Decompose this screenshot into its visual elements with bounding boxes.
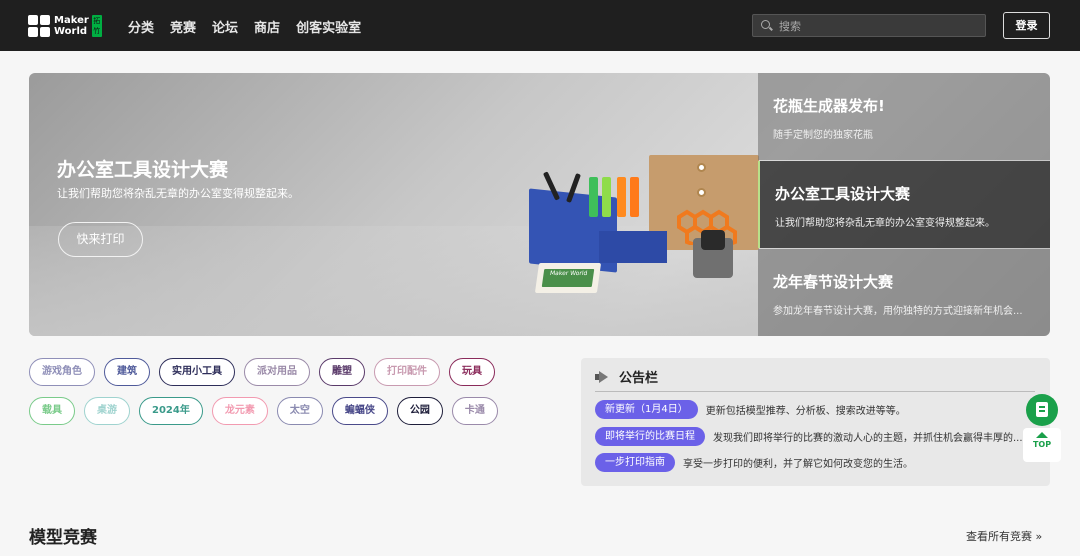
login-button[interactable]: 登录 [1003,12,1050,39]
maker-world-sign-image: Maker World [534,263,602,293]
side-item-title: 龙年春节设计大赛 [773,273,894,291]
category-row: 载具 桌游 2024年 龙元素 太空 蝙蝠侠 公园 卡通 [29,397,559,425]
category-pill[interactable]: 公园 [396,397,443,425]
logo-line1: Maker [54,15,89,26]
announcement-board: 公告栏 新更新（1月4日） 更新包括模型推荐、分析板、搜索改进等等。 即将举行的… [581,358,1050,486]
hero-title: 办公室工具设计大赛 [57,159,229,181]
logo-badge: 拓竹 [91,15,102,37]
print-now-button[interactable]: 快来打印 [58,222,143,257]
nav-item-store[interactable]: 商店 [254,17,280,36]
back-to-top-button[interactable]: TOP [1023,428,1061,462]
marker-icon [602,177,611,217]
section-title: 模型竞赛 [29,528,97,548]
side-item-subtitle: 随手定制您的独家花瓶 [773,130,873,141]
feedback-button[interactable] [1026,394,1058,426]
hero-side-item-vase-generator[interactable]: 花瓶生成器发布! 随手定制您的独家花瓶 [758,73,1050,160]
megaphone-icon [595,370,611,383]
category-pill[interactable]: 玩具 [449,358,495,386]
announcement-tag[interactable]: 一步打印指南 [595,453,675,472]
document-icon [1036,402,1048,417]
marker-icon [589,177,598,217]
side-item-subtitle: 让我们帮助您将杂乱无章的办公室变得规整起来。 [775,218,995,229]
category-pill[interactable]: 打印配件 [374,358,440,386]
category-pill[interactable]: 桌游 [84,397,130,425]
nav-item-forum[interactable]: 论坛 [212,17,238,36]
announcement-text: 享受一步打印的便利，并了解它如何改变您的生活。 [683,459,913,470]
see-all-contests-link[interactable]: 查看所有竞赛 » [966,528,1042,544]
search-input[interactable] [779,18,979,34]
hero-subtitle: 让我们帮助您将杂乱无章的办公室变得规整起来。 [57,187,299,200]
marker-icon [630,177,639,217]
announcement-tag[interactable]: 新更新（1月4日） [595,400,698,419]
logo-text: Maker World [54,15,89,37]
logo-line2: World [54,26,88,37]
announcement-item[interactable]: 一步打印指南 享受一步打印的便利，并了解它如何改变您的生活。 [595,453,913,472]
top-label: TOP [1032,440,1052,449]
hero-banner: Maker World 办公室工具设计大赛 让我们帮助您将杂乱无章的办公室变得规… [29,73,1050,336]
search-box[interactable] [752,14,986,37]
marker-icon [617,177,626,217]
category-pill[interactable]: 卡通 [451,397,498,425]
announcement-item[interactable]: 新更新（1月4日） 更新包括模型推荐、分析板、搜索改进等等。 [595,400,906,419]
sign-text: Maker World [541,269,595,287]
makerworld-logo[interactable]: Maker World 拓竹 [28,15,102,37]
category-pill[interactable]: 2024年 [139,397,203,425]
side-item-subtitle: 参加龙年春节设计大赛，用你独特的方式迎接新年机会... [773,306,1023,317]
category-pill[interactable]: 实用小工具 [159,358,235,386]
announcement-header: 公告栏 [595,367,658,386]
top-nav: Maker World 拓竹 分类 竞赛 论坛 商店 创客实验室 登录 [0,0,1080,51]
watch-icon [701,230,725,250]
hero-main-slide[interactable]: Maker World 办公室工具设计大赛 让我们帮助您将杂乱无章的办公室变得规… [29,73,759,336]
announcement-title: 公告栏 [619,371,659,386]
desk-tray-image [599,231,667,263]
search-icon [761,20,770,29]
category-pill[interactable]: 太空 [276,397,323,425]
side-item-title: 花瓶生成器发布! [773,97,885,115]
category-pill[interactable]: 建筑 [104,358,150,386]
announcement-text: 发现我们即将举行的比赛的激动人心的主题，并抓住机会赢得丰厚的... [713,433,1023,444]
hero-side-item-office-tools[interactable]: 办公室工具设计大赛 让我们帮助您将杂乱无章的办公室变得规整起来。 [758,161,1050,248]
side-item-title: 办公室工具设计大赛 [775,185,911,203]
envelope-button-icon [697,188,706,197]
nav-item-contests[interactable]: 竞赛 [170,17,196,36]
divider [595,391,1035,392]
category-row: 游戏角色 建筑 实用小工具 派对用品 雕塑 打印配件 玩具 [29,358,559,386]
main-nav: 分类 竞赛 论坛 商店 创客实验室 [128,17,361,36]
hero-side-list: 花瓶生成器发布! 随手定制您的独家花瓶 办公室工具设计大赛 让我们帮助您将杂乱无… [758,73,1050,336]
hero-side-item-dragon-year[interactable]: 龙年春节设计大赛 参加龙年春节设计大赛，用你独特的方式迎接新年机会... [758,249,1050,336]
category-pill[interactable]: 载具 [29,397,75,425]
category-pills: 游戏角色 建筑 实用小工具 派对用品 雕塑 打印配件 玩具 载具 桌游 2024年 龙元素 太空 蝙蝠… [29,358,559,436]
category-pill[interactable]: 游戏角色 [29,358,95,386]
watch-stand-image [693,230,733,278]
announcement-text: 更新包括模型推荐、分析板、搜索改进等等。 [705,406,906,417]
category-pill[interactable]: 蝙蝠侠 [331,397,388,425]
category-pill[interactable]: 雕塑 [319,358,365,386]
announcement-tag[interactable]: 即将举行的比赛日程 [595,427,705,446]
envelope-button-icon [697,163,706,172]
nav-item-categories[interactable]: 分类 [128,17,154,36]
category-pill[interactable]: 派对用品 [244,358,310,386]
announcement-item[interactable]: 即将举行的比赛日程 发现我们即将举行的比赛的激动人心的主题，并抓住机会赢得丰厚的… [595,427,1023,446]
category-pill[interactable]: 龙元素 [211,397,268,425]
nav-item-maker-lab[interactable]: 创客实验室 [296,17,361,36]
logo-mark-icon [28,15,50,37]
